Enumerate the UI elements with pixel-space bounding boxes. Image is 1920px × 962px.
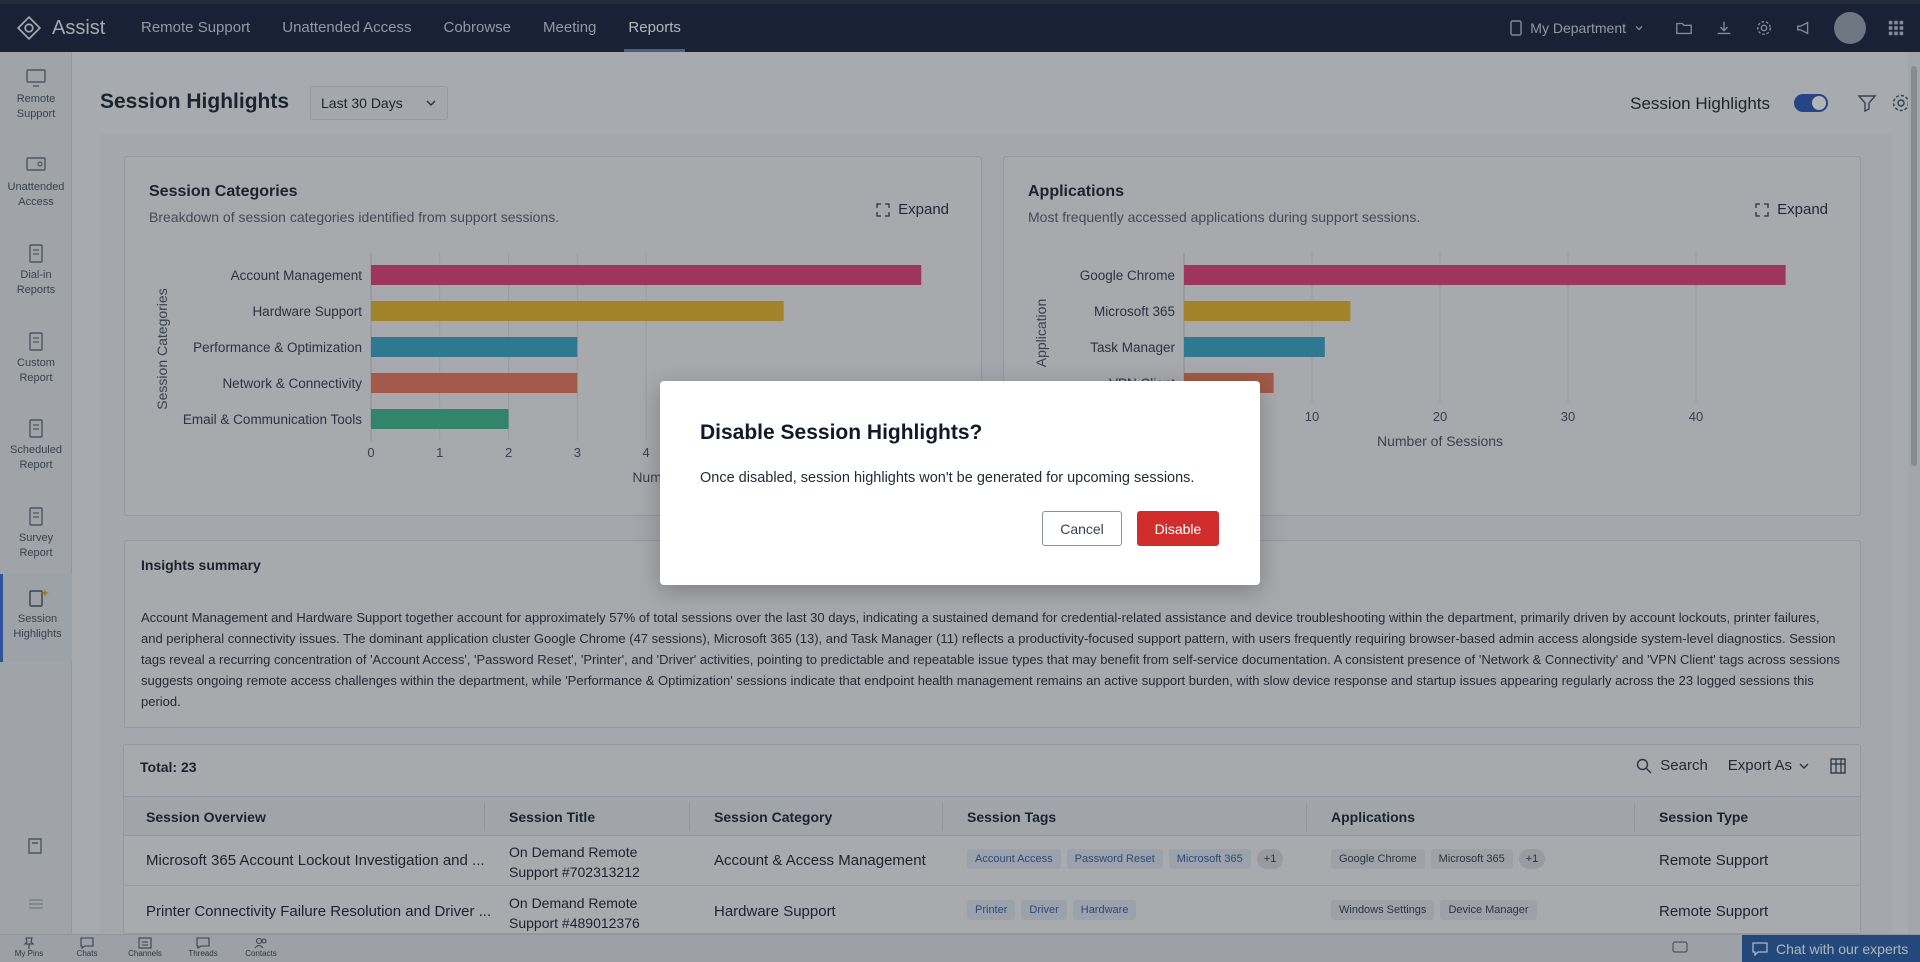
cancel-button[interactable]: Cancel: [1042, 511, 1122, 546]
disable-button[interactable]: Disable: [1137, 511, 1219, 546]
dialog-message: Once disabled, session highlights won't …: [700, 470, 1195, 486]
disable-confirmation-dialog: Disable Session Highlights? Once disable…: [660, 381, 1260, 585]
dialog-title: Disable Session Highlights?: [700, 421, 983, 444]
